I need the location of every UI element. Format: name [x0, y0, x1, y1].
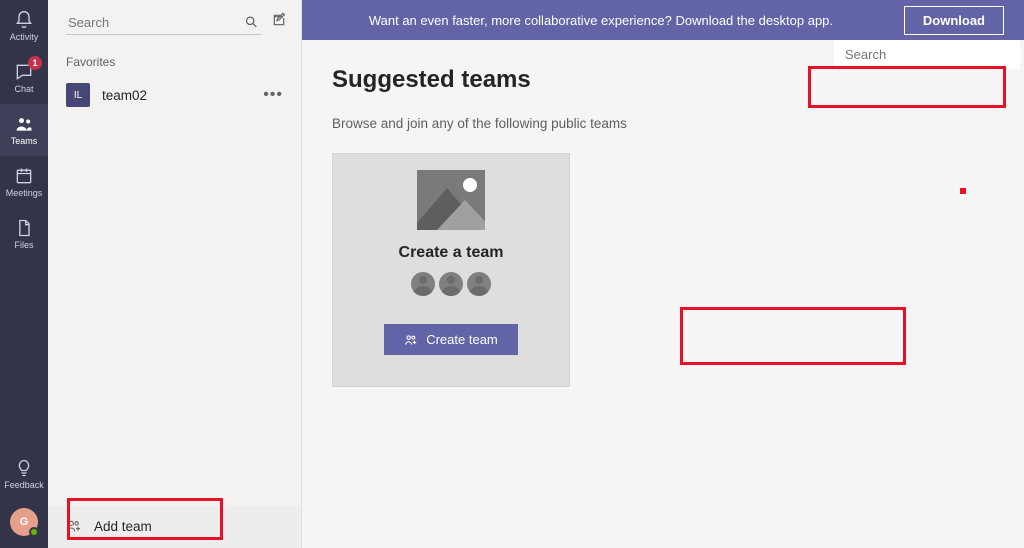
chat-badge: 1 [28, 56, 42, 70]
bell-icon [14, 10, 34, 30]
create-team-button[interactable]: Create team [384, 324, 518, 355]
teams-icon [14, 114, 34, 134]
nav-activity-label: Activity [10, 32, 39, 42]
team-row[interactable]: IL team02 ••• [48, 75, 301, 115]
create-team-icon [404, 333, 418, 347]
side-search-row [48, 0, 301, 45]
nav-activity[interactable]: Activity [0, 0, 48, 52]
placeholder-image-icon [417, 170, 485, 230]
compose-button[interactable] [271, 12, 287, 33]
compose-icon [271, 12, 287, 28]
nav-teams-label: Teams [11, 136, 38, 146]
nav-chat[interactable]: 1 Chat [0, 52, 48, 104]
create-team-card: Create a team Create team [332, 153, 570, 387]
calendar-icon [14, 166, 34, 186]
side-search-box[interactable] [66, 10, 261, 35]
promo-banner: Want an even faster, more collaborative … [302, 0, 1024, 40]
add-team-icon [66, 518, 82, 534]
presence-indicator [29, 527, 39, 537]
people-row [411, 272, 491, 296]
main-area: Want an even faster, more collaborative … [302, 0, 1024, 548]
promo-text: Want an even faster, more collaborative … [322, 13, 880, 28]
team-more-button[interactable]: ••• [263, 86, 283, 104]
card-title: Create a team [399, 244, 504, 262]
page-title: Suggested teams [332, 66, 994, 94]
add-team-label: Add team [94, 519, 152, 534]
search-icon [244, 14, 259, 30]
download-button[interactable]: Download [904, 6, 1004, 35]
nav-meetings[interactable]: Meetings [0, 156, 48, 208]
nav-meetings-label: Meetings [6, 188, 43, 198]
nav-teams[interactable]: Teams [0, 104, 48, 156]
nav-feedback[interactable]: Feedback [0, 448, 48, 500]
highlight-dot [960, 188, 966, 194]
nav-files[interactable]: Files [0, 208, 48, 260]
user-initial: G [20, 516, 29, 528]
nav-feedback-label: Feedback [4, 480, 44, 490]
team-avatar: IL [66, 83, 90, 107]
add-team-button[interactable]: Add team [48, 506, 301, 548]
app-rail: Activity 1 Chat Teams Meetings Files Fee… [0, 0, 48, 548]
page-subtitle: Browse and join any of the following pub… [332, 116, 994, 131]
page-body: Suggested teams Browse and join any of t… [302, 40, 1024, 413]
page-search-box[interactable] [834, 40, 1020, 69]
page-search-input[interactable] [845, 47, 1021, 62]
lightbulb-icon [14, 458, 34, 478]
nav-files-label: Files [14, 240, 33, 250]
create-team-button-label: Create team [426, 332, 498, 347]
favorites-header: Favorites [48, 45, 301, 75]
nav-chat-label: Chat [14, 84, 33, 94]
team-name: team02 [102, 88, 251, 103]
user-avatar[interactable]: G [10, 508, 38, 536]
person-silhouette-icon [439, 272, 463, 296]
side-search-input[interactable] [68, 15, 244, 30]
file-icon [14, 218, 34, 238]
person-silhouette-icon [467, 272, 491, 296]
teams-side-panel: Favorites IL team02 ••• Add team [48, 0, 302, 548]
person-silhouette-icon [411, 272, 435, 296]
